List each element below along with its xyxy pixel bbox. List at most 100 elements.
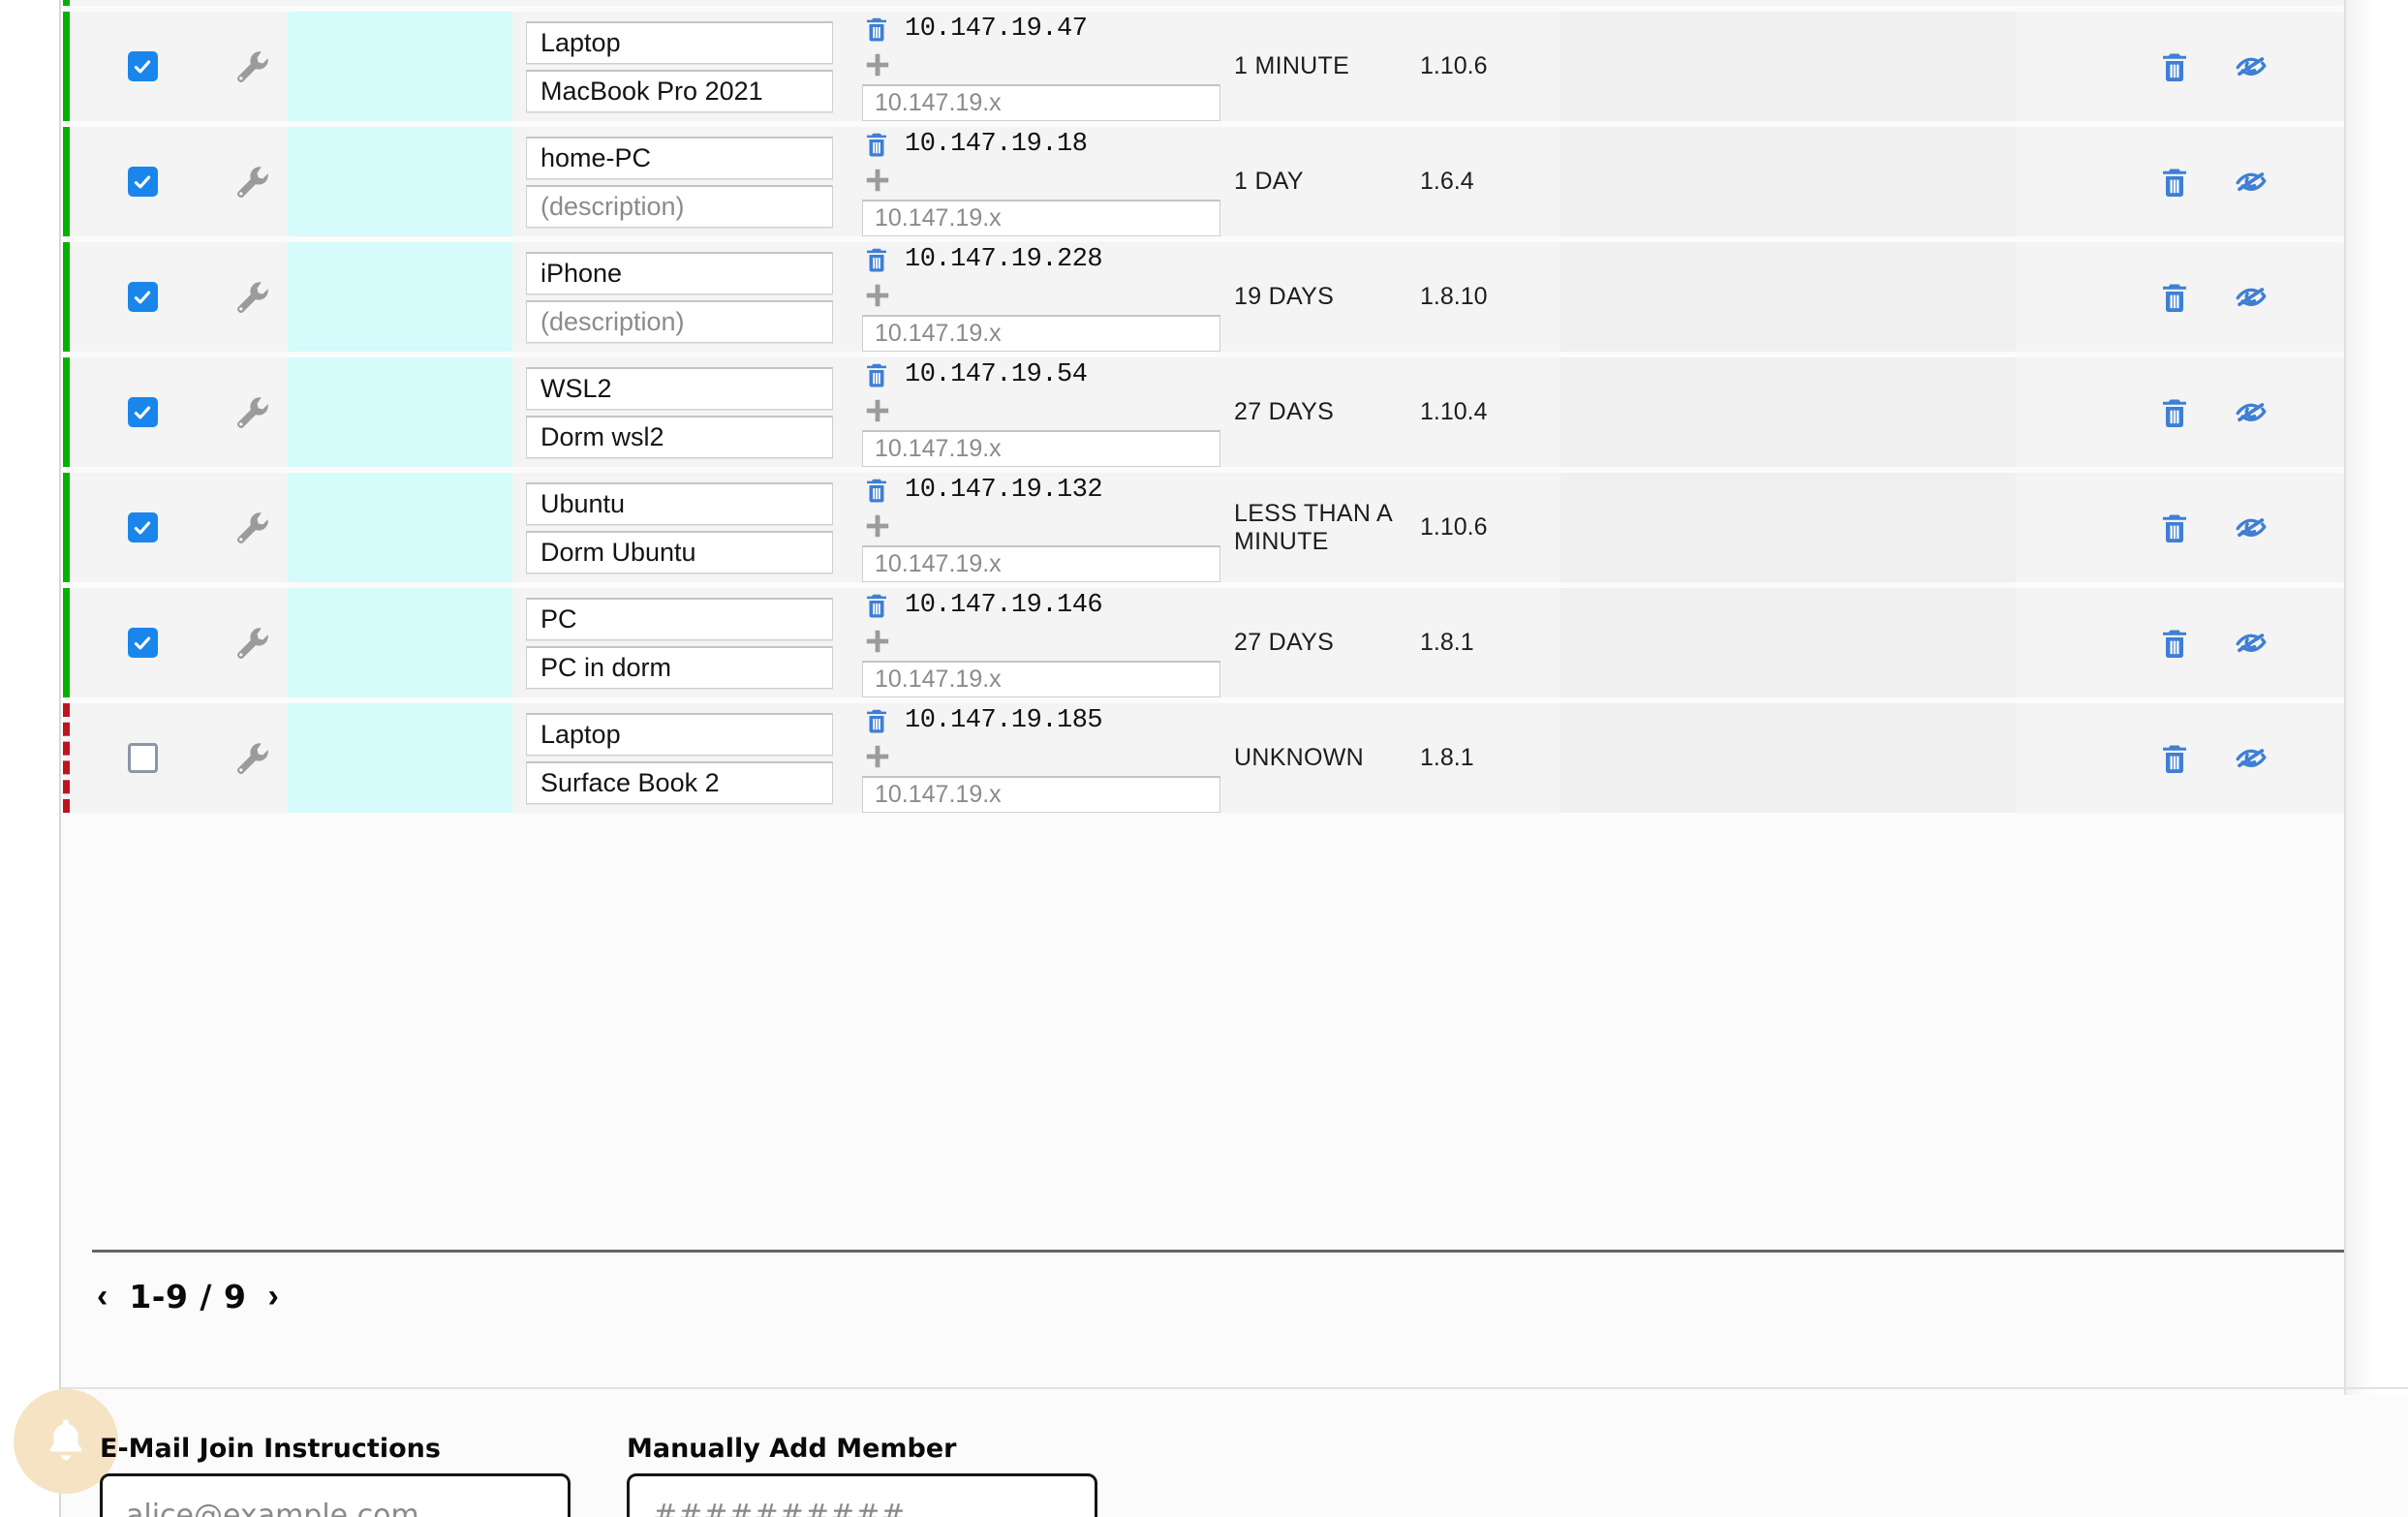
row-select-checkbox[interactable] bbox=[127, 397, 158, 427]
row-delete-button[interactable] bbox=[2157, 49, 2192, 84]
members-table: Laptop MacBook Pro 2021 10.147.19.47 10.147… bbox=[63, 0, 2344, 819]
row-manage-button[interactable] bbox=[232, 739, 271, 778]
row-ip-delete-button[interactable] bbox=[862, 15, 891, 44]
row-description-input[interactable]: Surface Book 2 bbox=[526, 760, 833, 804]
row-hide-button[interactable] bbox=[2233, 740, 2269, 777]
row-description-input[interactable]: MacBook Pro 2021 bbox=[526, 69, 833, 112]
row-manage-button[interactable] bbox=[232, 509, 271, 547]
row-delete-button[interactable] bbox=[2157, 395, 2192, 430]
row-name-cell: iPhone (description) bbox=[512, 242, 847, 352]
row-select-checkbox[interactable] bbox=[127, 743, 158, 773]
row-select-checkbox[interactable] bbox=[127, 512, 158, 542]
row-manage-button[interactable] bbox=[232, 278, 271, 317]
pagination: ‹ 1-9 / 9 › bbox=[97, 1269, 279, 1323]
row-auth-cell[interactable] bbox=[288, 703, 512, 813]
row-description-input[interactable]: (description) bbox=[526, 299, 833, 343]
row-ip-input[interactable]: 10.147.19.x bbox=[862, 660, 1220, 697]
row-hide-button[interactable] bbox=[2233, 164, 2269, 201]
row-ip-input[interactable]: 10.147.19.x bbox=[862, 429, 1220, 467]
pagination-prev-button[interactable]: ‹ bbox=[97, 1280, 108, 1313]
row-description-input[interactable]: PC in dorm bbox=[526, 645, 833, 689]
row-ip-input[interactable]: 10.147.19.x bbox=[862, 83, 1220, 121]
row-manage-button[interactable] bbox=[232, 393, 271, 432]
row-ip-assigned: 10.147.19.185 bbox=[862, 703, 1234, 738]
row-hide-button[interactable] bbox=[2233, 394, 2269, 431]
manual-add-input[interactable]: ########## bbox=[627, 1473, 1097, 1517]
row-actions-cell bbox=[2083, 473, 2344, 582]
row-name-input[interactable]: Laptop bbox=[526, 20, 833, 64]
row-actions-cell bbox=[2083, 12, 2344, 121]
row-ip-add-button[interactable] bbox=[862, 280, 893, 311]
row-ip-add-button[interactable] bbox=[862, 395, 893, 426]
wrench-icon bbox=[236, 50, 268, 82]
row-manage-button[interactable] bbox=[232, 47, 271, 86]
row-select-checkbox[interactable] bbox=[127, 167, 158, 197]
row-ip-delete-button[interactable] bbox=[862, 591, 891, 620]
row-hide-button[interactable] bbox=[2233, 510, 2269, 546]
row-ip-add-button[interactable] bbox=[862, 49, 893, 80]
row-manage-cell bbox=[215, 357, 288, 467]
plus-icon bbox=[866, 285, 889, 307]
row-ip-add-row bbox=[862, 164, 1234, 197]
row-hide-button[interactable] bbox=[2233, 279, 2269, 316]
row-auth-cell[interactable] bbox=[288, 12, 512, 121]
row-auth-cell[interactable] bbox=[288, 588, 512, 697]
row-manage-cell bbox=[215, 12, 288, 121]
row-last-seen: UNKNOWN bbox=[1234, 744, 1365, 772]
row-ip-input[interactable]: 10.147.19.x bbox=[862, 544, 1220, 582]
row-description-input[interactable]: Dorm Ubuntu bbox=[526, 530, 833, 573]
row-name-input[interactable]: Laptop bbox=[526, 712, 833, 756]
wrench-icon bbox=[236, 166, 268, 198]
row-description-input[interactable]: (description) bbox=[526, 184, 833, 228]
pagination-next-button[interactable]: › bbox=[267, 1280, 278, 1313]
row-name-input[interactable]: WSL2 bbox=[526, 366, 833, 410]
row-ip-assigned: 10.147.19.132 bbox=[862, 473, 1234, 508]
page-left-gutter bbox=[0, 0, 61, 1517]
row-manage-button[interactable] bbox=[232, 624, 271, 663]
row-ip-add-button[interactable] bbox=[862, 626, 893, 657]
row-ip-delete-button[interactable] bbox=[862, 130, 891, 159]
row-ip-delete-button[interactable] bbox=[862, 245, 891, 274]
row-ip-delete-button[interactable] bbox=[862, 360, 891, 389]
row-ip-input[interactable]: 10.147.19.x bbox=[862, 314, 1220, 352]
row-hide-button[interactable] bbox=[2233, 625, 2269, 662]
row-ip-address: 10.147.19.146 bbox=[905, 591, 1103, 621]
row-ip-add-button[interactable] bbox=[862, 165, 893, 196]
row-delete-button[interactable] bbox=[2157, 280, 2192, 315]
pagination-divider bbox=[92, 1250, 2344, 1253]
row-name-input[interactable]: Ubuntu bbox=[526, 481, 833, 525]
row-delete-button[interactable] bbox=[2157, 165, 2192, 200]
row-select-checkbox[interactable] bbox=[127, 51, 158, 81]
row-auth-cell[interactable] bbox=[288, 473, 512, 582]
row-actions-cell bbox=[2083, 127, 2344, 236]
row-name-input[interactable]: PC bbox=[526, 597, 833, 640]
row-manage-button[interactable] bbox=[232, 163, 271, 201]
row-name-input[interactable]: iPhone bbox=[526, 251, 833, 294]
row-ip-add-button[interactable] bbox=[862, 511, 893, 542]
row-ip-assigned: 10.147.19.146 bbox=[862, 588, 1234, 623]
row-delete-button[interactable] bbox=[2157, 741, 2192, 776]
row-auth-cell[interactable] bbox=[288, 242, 512, 352]
manual-add-label: Manually Add Member bbox=[627, 1434, 957, 1464]
row-select-checkbox[interactable] bbox=[127, 628, 158, 658]
row-name-input[interactable]: home-PC bbox=[526, 136, 833, 179]
row-ip-address: 10.147.19.185 bbox=[905, 706, 1103, 736]
row-hide-button[interactable] bbox=[2233, 48, 2269, 85]
row-delete-button[interactable] bbox=[2157, 626, 2192, 661]
row-ip-add-button[interactable] bbox=[862, 741, 893, 772]
footer-form: E-Mail Join Instructions alice@example.c… bbox=[61, 1434, 2408, 1517]
row-ip-delete-button[interactable] bbox=[862, 476, 891, 505]
row-ip-input[interactable]: 10.147.19.x bbox=[862, 199, 1220, 236]
row-ip-input[interactable]: 10.147.19.x bbox=[862, 775, 1220, 813]
row-auth-cell[interactable] bbox=[288, 357, 512, 467]
row-description-input[interactable]: Dorm wsl2 bbox=[526, 415, 833, 458]
row-ip-cell: 10.147.19.47 10.147.19.x bbox=[847, 12, 1234, 121]
row-select-checkbox[interactable] bbox=[127, 282, 158, 312]
email-join-input[interactable]: alice@example.com bbox=[100, 1473, 571, 1517]
row-ip-delete-button[interactable] bbox=[862, 706, 891, 735]
row-ip-cell: 10.147.19.54 10.147.19.x bbox=[847, 357, 1234, 467]
trash-icon bbox=[867, 17, 886, 42]
row-delete-button[interactable] bbox=[2157, 511, 2192, 545]
row-spacer bbox=[1560, 127, 2083, 236]
row-auth-cell[interactable] bbox=[288, 127, 512, 236]
